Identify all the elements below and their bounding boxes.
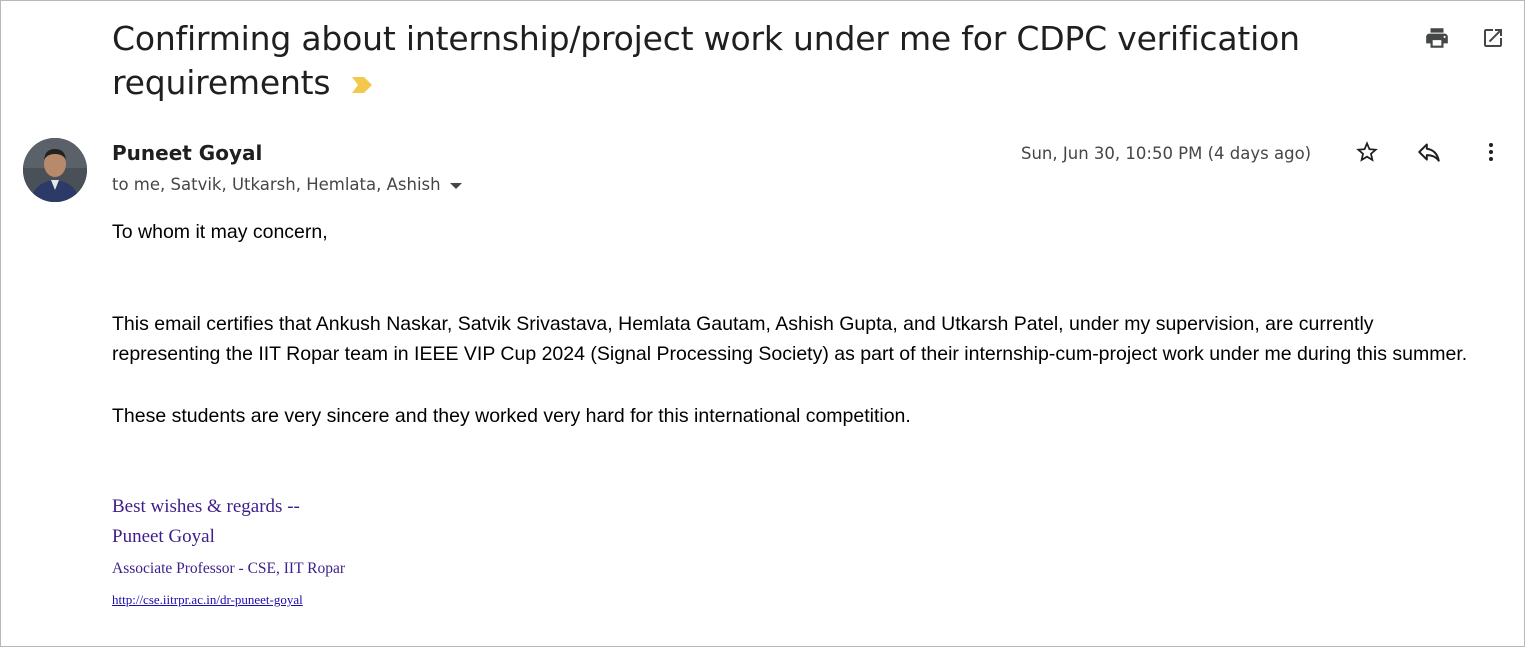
email-date: Sun, Jun 30, 10:50 PM (4 days ago) <box>1021 144 1312 163</box>
sender-name[interactable]: Puneet Goyal <box>112 141 262 165</box>
email-paragraph: This email certifies that Ankush Naskar,… <box>112 312 1468 366</box>
recipient-details-button[interactable] <box>449 175 463 194</box>
star-button[interactable] <box>1354 139 1380 170</box>
recipients-line: to me, Satvik, Utkarsh, Hemlata, Ashish <box>112 175 463 194</box>
email-body: To whom it may concern, This email certi… <box>112 217 1472 431</box>
signature-homepage-link[interactable]: http://cse.iitrpr.ac.in/dr-puneet-goyal <box>112 586 345 614</box>
chevron-down-icon <box>449 175 463 194</box>
open-in-new-window-icon <box>1481 26 1505 55</box>
email-subject: Confirming about internship/project work… <box>112 17 1312 107</box>
signature-title: Associate Professor - CSE, IIT Ropar <box>112 560 346 577</box>
thread-actions <box>1424 27 1506 53</box>
email-paragraph: These students are very sincere and they… <box>112 404 911 427</box>
open-in-new-window-button[interactable] <box>1480 27 1506 53</box>
message-actions <box>1354 139 1504 170</box>
email-subject-text: Confirming about internship/project work… <box>112 19 1300 102</box>
more-vertical-icon <box>1479 140 1503 169</box>
reply-icon <box>1416 139 1442 170</box>
signature-name: Puneet Goyal <box>112 526 215 547</box>
star-icon <box>1354 139 1380 170</box>
print-icon <box>1424 25 1450 56</box>
print-all-button[interactable] <box>1424 27 1450 53</box>
reply-button[interactable] <box>1416 141 1442 167</box>
email-signature: Best wishes & regards -- Puneet Goyal As… <box>112 492 345 614</box>
sender-avatar[interactable] <box>23 138 87 202</box>
recipients-text: to me, Satvik, Utkarsh, Hemlata, Ashish <box>112 175 441 194</box>
importance-marker-icon[interactable] <box>352 60 373 104</box>
signature-closing: Best wishes & regards -- <box>112 496 300 517</box>
more-options-button[interactable] <box>1478 141 1504 167</box>
email-view: Confirming about internship/project work… <box>0 0 1525 647</box>
email-greeting: To whom it may concern, <box>112 221 328 243</box>
